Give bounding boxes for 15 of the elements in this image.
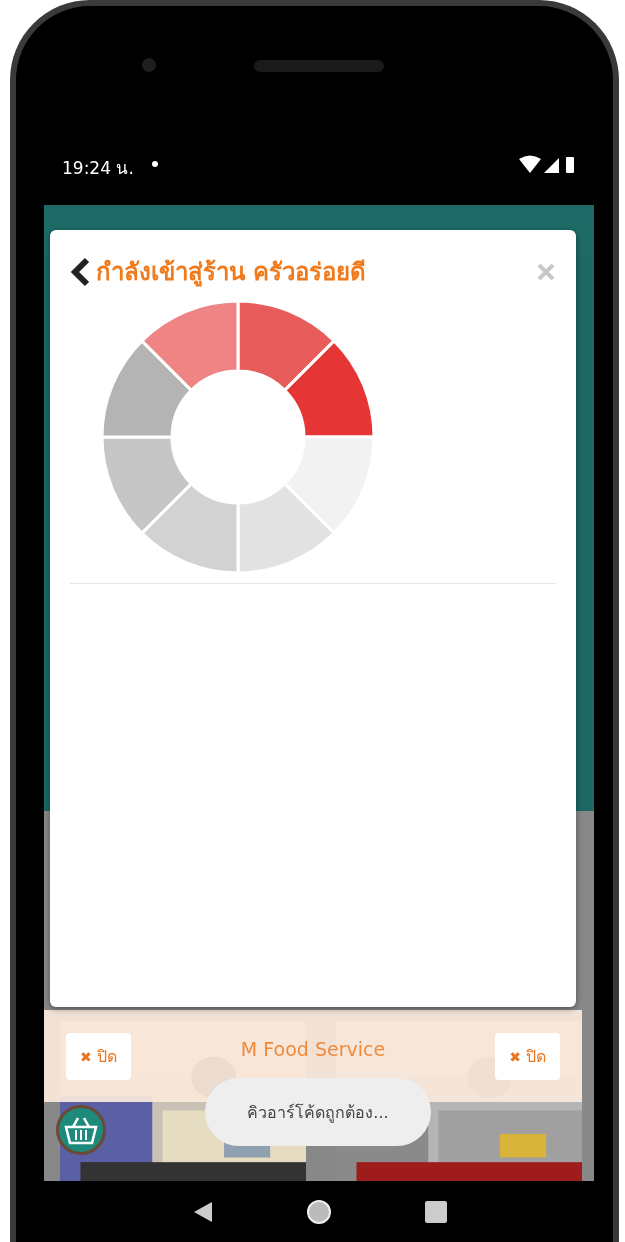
- basket-icon: [64, 1115, 98, 1145]
- speaker-icon: [254, 60, 384, 72]
- home-icon[interactable]: [305, 1199, 332, 1225]
- camera-icon: [142, 58, 156, 72]
- status-time: 19:24 น.: [62, 157, 134, 180]
- close-button[interactable]: ✖ ปิด: [495, 1032, 560, 1080]
- back-icon[interactable]: [192, 1201, 213, 1223]
- close-button[interactable]: ✖ ปิด: [66, 1032, 131, 1080]
- notification-dot-icon: [151, 161, 158, 167]
- back-icon[interactable]: [70, 256, 92, 287]
- toast-message: คิวอาร์โค้ดถูกต้อง...: [205, 1078, 431, 1146]
- footer-title: M Food Service: [240, 1038, 386, 1060]
- status-icons: [519, 154, 577, 176]
- recents-icon[interactable]: [424, 1201, 447, 1223]
- dialog-title: กำลังเข้าสู่ร้าน ครัวอร่อยดี: [96, 257, 367, 289]
